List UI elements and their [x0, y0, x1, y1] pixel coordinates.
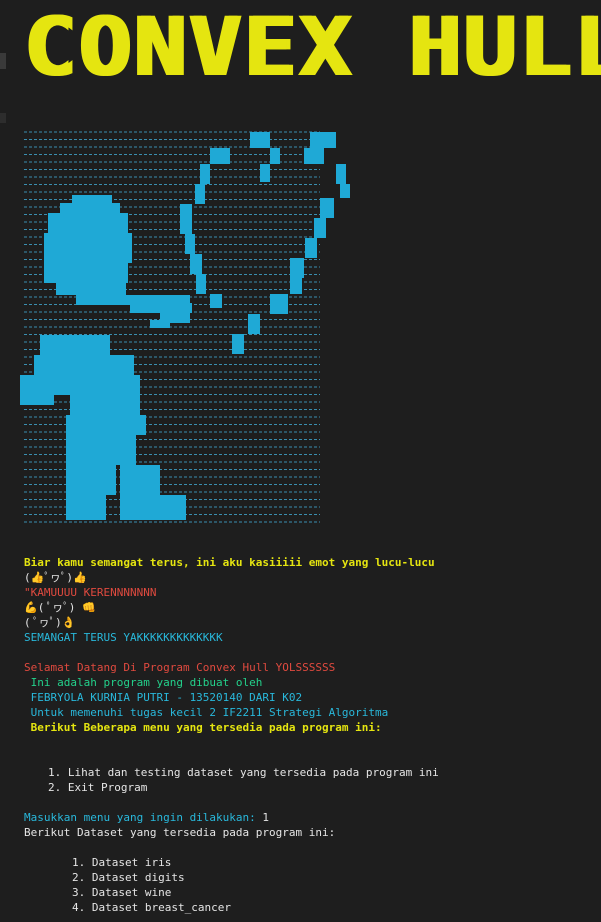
art-pixel — [210, 148, 230, 164]
dataset-heading: Berikut Dataset yang tersedia pada progr… — [24, 826, 336, 839]
gutter-marker — [0, 113, 6, 123]
dataset-item: 3. Dataset wine — [72, 886, 172, 899]
art-pixel — [310, 132, 336, 148]
art-pixel — [270, 148, 280, 164]
cheer-text: SEMANGAT TERUS YAKKKKKKKKKKKKK — [24, 631, 223, 644]
art-pixel — [260, 164, 270, 182]
art-pixel — [70, 395, 140, 415]
art-pixel — [190, 254, 202, 274]
author-intro-text: Ini adalah program yang dibuat oleh — [24, 676, 263, 689]
prompt-label: Masukkan menu yang ingin dilakukan: — [24, 811, 263, 824]
art-pixel — [120, 495, 186, 520]
art-pixel — [248, 314, 260, 334]
menu-heading: Berikut Beberapa menu yang tersedia pada… — [24, 721, 382, 734]
art-pixel — [66, 465, 116, 495]
art-pixel — [336, 164, 346, 184]
welcome-text: Selamat Datang Di Program Convex Hull YO… — [24, 661, 336, 674]
art-pixel — [120, 465, 160, 495]
menu-item-2: 2. Exit Program — [48, 781, 148, 794]
emoticon-text: (👍ﾟヮﾟ)👍 — [24, 571, 87, 584]
art-pixel — [66, 495, 106, 520]
menu-item-1: 1. Lihat dan testing dataset yang tersed… — [48, 766, 439, 779]
art-pixel — [150, 320, 170, 328]
banner-title: CONVEX HULL — [22, 0, 601, 95]
art-pixel — [72, 195, 112, 203]
art-pixel — [40, 335, 110, 355]
art-pixel — [48, 213, 128, 233]
art-pixel — [196, 274, 206, 294]
art-pixel — [180, 204, 192, 234]
art-pixel — [34, 355, 134, 375]
art-pixel — [66, 415, 146, 435]
art-pixel — [44, 263, 128, 283]
art-pixel — [304, 148, 324, 164]
course-text: Untuk memenuhi tugas kecil 2 IF2211 Stra… — [24, 706, 389, 719]
cupid-ascii-art — [20, 131, 350, 523]
art-pixel — [66, 435, 136, 465]
dataset-item: 2. Dataset digits — [72, 871, 185, 884]
gutter-marker — [0, 53, 6, 69]
art-pixel — [195, 184, 205, 204]
art-pixel — [44, 233, 132, 263]
art-pixel — [270, 294, 288, 314]
art-pixel — [305, 238, 317, 258]
art-pixel — [60, 203, 120, 213]
art-pixel — [185, 234, 195, 254]
dataset-item: 1. Dataset iris — [72, 856, 172, 869]
art-pixel — [290, 278, 302, 294]
art-pixel — [210, 294, 222, 308]
art-pixel — [200, 164, 210, 184]
author-name-text: FEBRYOLA KURNIA PUTRI - 13520140 DARI K0… — [24, 691, 303, 704]
prompt-input-value[interactable]: 1 — [262, 811, 269, 824]
art-pixel — [290, 258, 304, 278]
menu-prompt[interactable]: Masukkan menu yang ingin dilakukan: 1 — [24, 810, 269, 825]
art-pixel — [232, 334, 244, 354]
cheer-text: "KAMUUUU KERENNNNNNN — [24, 586, 157, 599]
art-pixel — [120, 295, 190, 303]
dataset-item: 4. Dataset breast_cancer — [72, 901, 231, 914]
art-pixel — [250, 132, 270, 148]
art-pixel — [56, 283, 126, 295]
art-pixel — [314, 218, 326, 238]
art-pixel — [30, 375, 140, 395]
motivation-text: Biar kamu semangat terus, ini aku kasiii… — [24, 556, 435, 569]
emoticon-text: 💪( ﾟヮﾟ) 👊 — [24, 601, 96, 614]
art-pixel — [20, 375, 38, 405]
emoticon-text: ( ﾟヮﾟ)👌 — [24, 616, 76, 629]
art-pixel — [130, 303, 192, 313]
art-pixel — [340, 184, 350, 198]
art-pixel — [320, 198, 334, 218]
